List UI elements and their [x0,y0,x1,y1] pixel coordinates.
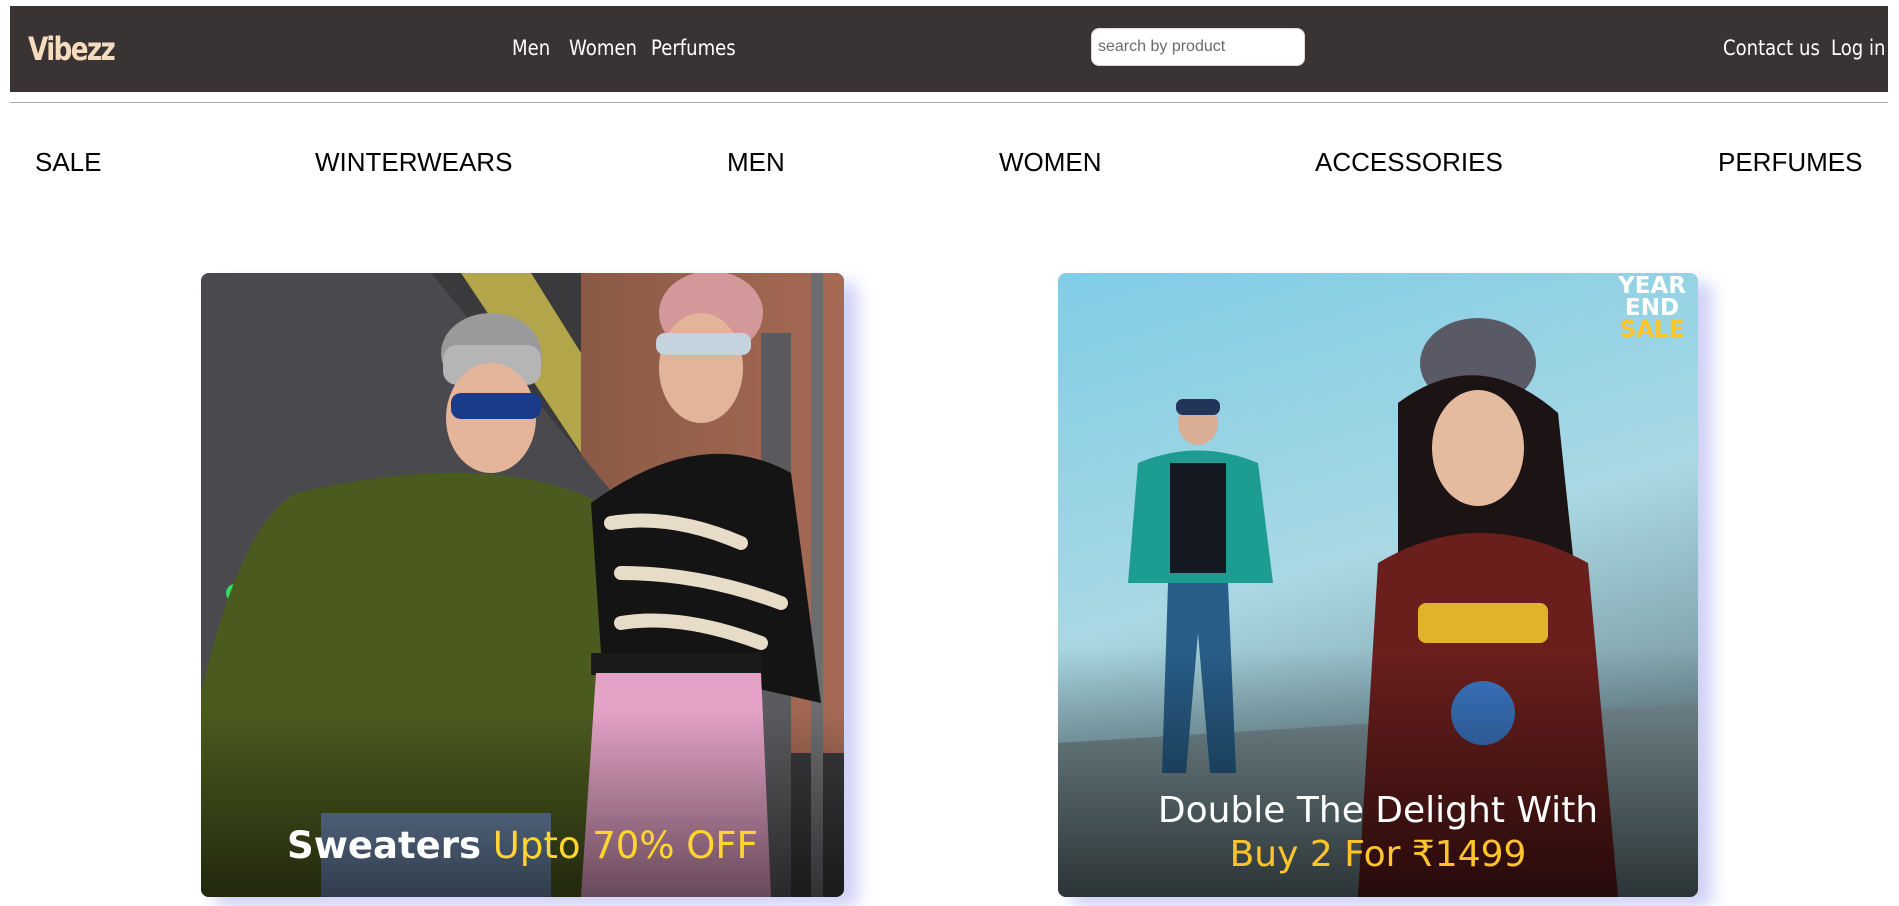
sweaters-banner-image [201,273,844,897]
badge-year: YEAR [1618,273,1686,299]
brand-logo[interactable]: Vibezz [28,30,116,68]
nav-link-perfumes[interactable]: Perfumes [651,36,736,60]
year-end-sale-badge: YEAR END SALE [1618,273,1686,343]
sweaters-caption-offer: Upto 70% OFF [492,824,758,867]
nav-link-men[interactable]: Men [512,36,550,60]
category-sale[interactable]: SALE [35,147,102,178]
badge-end: END [1625,295,1680,321]
nav-link-women[interactable]: Women [569,36,637,60]
login-link[interactable]: Log in [1831,36,1885,60]
sweaters-caption-bold: Sweaters [287,824,481,867]
year-end-sale-banner[interactable]: YEAR END SALE Double The Delight With Bu… [1058,273,1698,897]
sweaters-sale-banner[interactable]: Sweaters Upto 70% OFF [201,273,844,897]
category-women[interactable]: WOMEN [999,147,1102,178]
header-divider [10,102,1888,103]
contact-us-link[interactable]: Contact us [1723,36,1820,60]
search-input[interactable] [1091,28,1305,66]
category-perfumes[interactable]: PERFUMES [1718,147,1862,178]
top-navbar: Vibezz Men Women Perfumes Contact us Log… [10,6,1888,92]
year-end-caption-line2: Buy 2 For ₹1499 [1229,834,1527,875]
sweaters-banner-caption: Sweaters Upto 70% OFF [201,824,844,867]
badge-sale: SALE [1619,317,1685,343]
category-accessories[interactable]: ACCESSORIES [1315,147,1503,178]
category-men[interactable]: MEN [727,147,785,178]
year-end-caption-line1: Double The Delight With [1157,790,1599,831]
category-winterwears[interactable]: WINTERWEARS [315,147,512,178]
